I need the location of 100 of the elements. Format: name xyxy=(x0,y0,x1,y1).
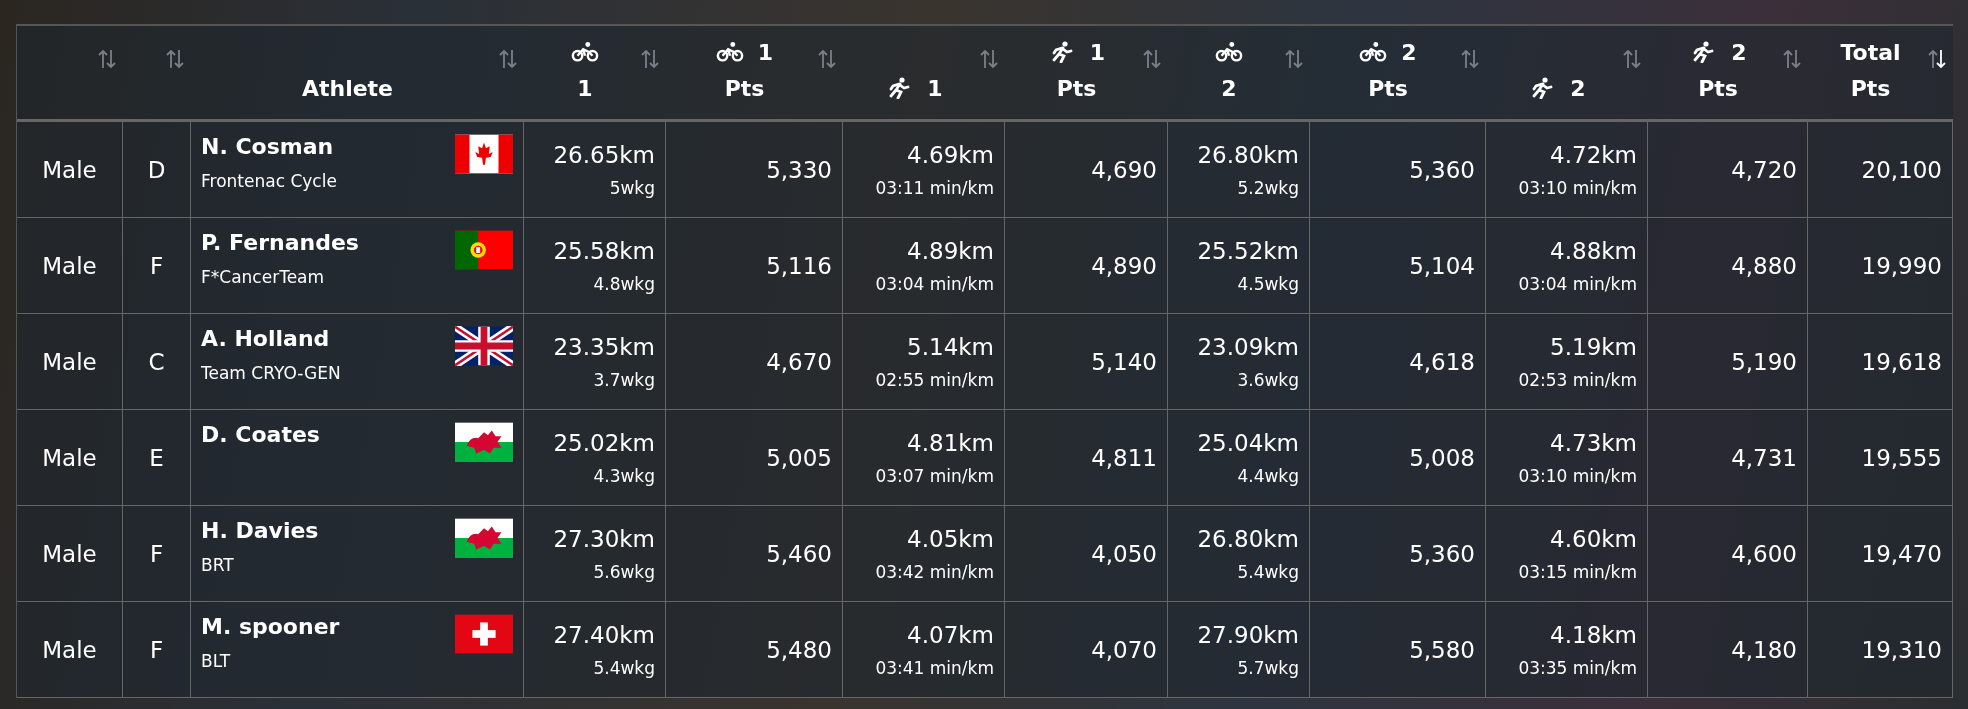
result-value: 23.35km xyxy=(553,333,655,360)
result-value: 4,890 xyxy=(1091,252,1157,279)
category-cell: E xyxy=(149,444,164,471)
column-header: 2 xyxy=(1731,39,1747,65)
result-value: 19,470 xyxy=(1861,540,1942,567)
bicycle-icon xyxy=(1215,41,1243,63)
result-value: 4.73km xyxy=(1550,429,1637,456)
result-value: 5,460 xyxy=(766,540,832,567)
column-header: Pts xyxy=(1850,75,1891,101)
result-detail: 5.4wkg xyxy=(593,657,655,678)
sort-icon[interactable] xyxy=(1927,48,1947,70)
team-name: BRT xyxy=(201,555,235,575)
result-detail: 03:15 min/km xyxy=(1518,561,1637,582)
result-value: 4,070 xyxy=(1091,636,1157,663)
result-value: 4,670 xyxy=(766,348,832,375)
gender-cell: Male xyxy=(42,348,97,375)
gender-cell: Male xyxy=(42,540,97,567)
result-value: 4,618 xyxy=(1409,348,1475,375)
column-header: 2 xyxy=(1570,75,1586,101)
result-detail: 5.6wkg xyxy=(593,561,655,582)
result-value: 5,140 xyxy=(1091,348,1157,375)
gender-cell: Male xyxy=(42,636,97,663)
result-detail: 4.5wkg xyxy=(1237,273,1299,294)
result-value: 4.69km xyxy=(907,141,994,168)
result-detail: 03:10 min/km xyxy=(1518,177,1637,198)
result-value: 27.90km xyxy=(1197,621,1299,648)
result-value: 19,310 xyxy=(1861,636,1942,663)
column-header: Pts xyxy=(1368,75,1408,101)
bicycle-icon xyxy=(1359,41,1388,63)
result-value: 5.19km xyxy=(1550,333,1637,360)
column-header: 1 xyxy=(757,39,774,65)
category-cell: F xyxy=(149,636,164,663)
column-header: 2 xyxy=(1221,75,1237,101)
result-value: 20,100 xyxy=(1861,156,1942,183)
result-value: 5.14km xyxy=(907,333,994,360)
result-value: 27.40km xyxy=(553,621,655,648)
column-header: Total xyxy=(1840,39,1901,65)
result-value: 4.88km xyxy=(1550,237,1637,264)
column-header: Pts xyxy=(724,75,765,101)
athlete-name: N. Cosman xyxy=(201,134,335,159)
bicycle-icon xyxy=(571,41,599,63)
result-detail: 5.2wkg xyxy=(1237,177,1299,198)
team-name: F*CancerTeam xyxy=(201,267,326,287)
result-value: 5,116 xyxy=(766,252,832,279)
result-detail: 03:42 min/km xyxy=(875,561,994,582)
category-cell: D xyxy=(147,156,166,183)
category-cell: C xyxy=(148,348,165,375)
bicycle-icon xyxy=(715,41,744,63)
result-detail: 4.4wkg xyxy=(1237,465,1299,486)
result-detail: 03:07 min/km xyxy=(875,465,994,486)
result-value: 5,580 xyxy=(1409,636,1475,663)
result-detail: 03:11 min/km xyxy=(875,177,994,198)
result-value: 23.09km xyxy=(1197,333,1299,360)
result-value: 26.65km xyxy=(553,141,655,168)
result-detail: 3.7wkg xyxy=(593,369,655,390)
athlete-name: H. Davies xyxy=(201,518,319,543)
result-value: 4.72km xyxy=(1550,141,1637,168)
result-value: 4.07km xyxy=(907,621,994,648)
column-header: 1 xyxy=(927,75,943,101)
result-value: 25.52km xyxy=(1197,237,1299,264)
result-value: 25.58km xyxy=(553,237,655,264)
column-header: 1 xyxy=(1089,39,1106,65)
result-detail: 03:04 min/km xyxy=(875,273,994,294)
result-value: 5,190 xyxy=(1731,348,1797,375)
result-detail: 02:55 min/km xyxy=(875,369,994,390)
athlete-name: A. Holland xyxy=(201,326,331,351)
result-value: 25.02km xyxy=(553,429,655,456)
result-detail: 03:35 min/km xyxy=(1518,657,1637,678)
team-name: Team CRYO-GEN xyxy=(201,363,341,383)
result-detail: 02:53 min/km xyxy=(1518,369,1637,390)
result-detail: 4.3wkg xyxy=(593,465,655,486)
athlete-name: D. Coates xyxy=(201,422,320,447)
category-cell: F xyxy=(149,540,164,567)
result-value: 19,555 xyxy=(1861,444,1942,471)
result-value: 5,480 xyxy=(766,636,832,663)
result-detail: 03:41 min/km xyxy=(875,657,994,678)
column-header: 2 xyxy=(1401,39,1417,65)
result-value: 4,180 xyxy=(1731,636,1797,663)
result-detail: 5wkg xyxy=(609,177,655,198)
result-value: 19,990 xyxy=(1861,252,1942,279)
result-value: 4.18km xyxy=(1550,621,1637,648)
column-header: Pts xyxy=(1698,75,1738,101)
result-value: 4,050 xyxy=(1091,540,1157,567)
result-value: 4.89km xyxy=(907,237,994,264)
result-value: 4,811 xyxy=(1091,444,1157,471)
result-value: 26.80km xyxy=(1197,141,1299,168)
result-value: 5,360 xyxy=(1409,540,1475,567)
result-value: 4,720 xyxy=(1731,156,1797,183)
result-value: 19,618 xyxy=(1861,348,1942,375)
result-detail: 3.6wkg xyxy=(1237,369,1299,390)
column-header: Pts xyxy=(1056,75,1097,101)
gender-cell: Male xyxy=(42,156,97,183)
result-detail: 4.8wkg xyxy=(593,273,655,294)
gender-cell: Male xyxy=(42,444,97,471)
gender-cell: Male xyxy=(42,252,97,279)
column-header: Athlete xyxy=(301,75,394,101)
result-value: 4,600 xyxy=(1731,540,1797,567)
athlete-name: P. Fernandes xyxy=(201,230,359,255)
result-value: 5,330 xyxy=(766,156,832,183)
column-header: 1 xyxy=(577,75,593,101)
